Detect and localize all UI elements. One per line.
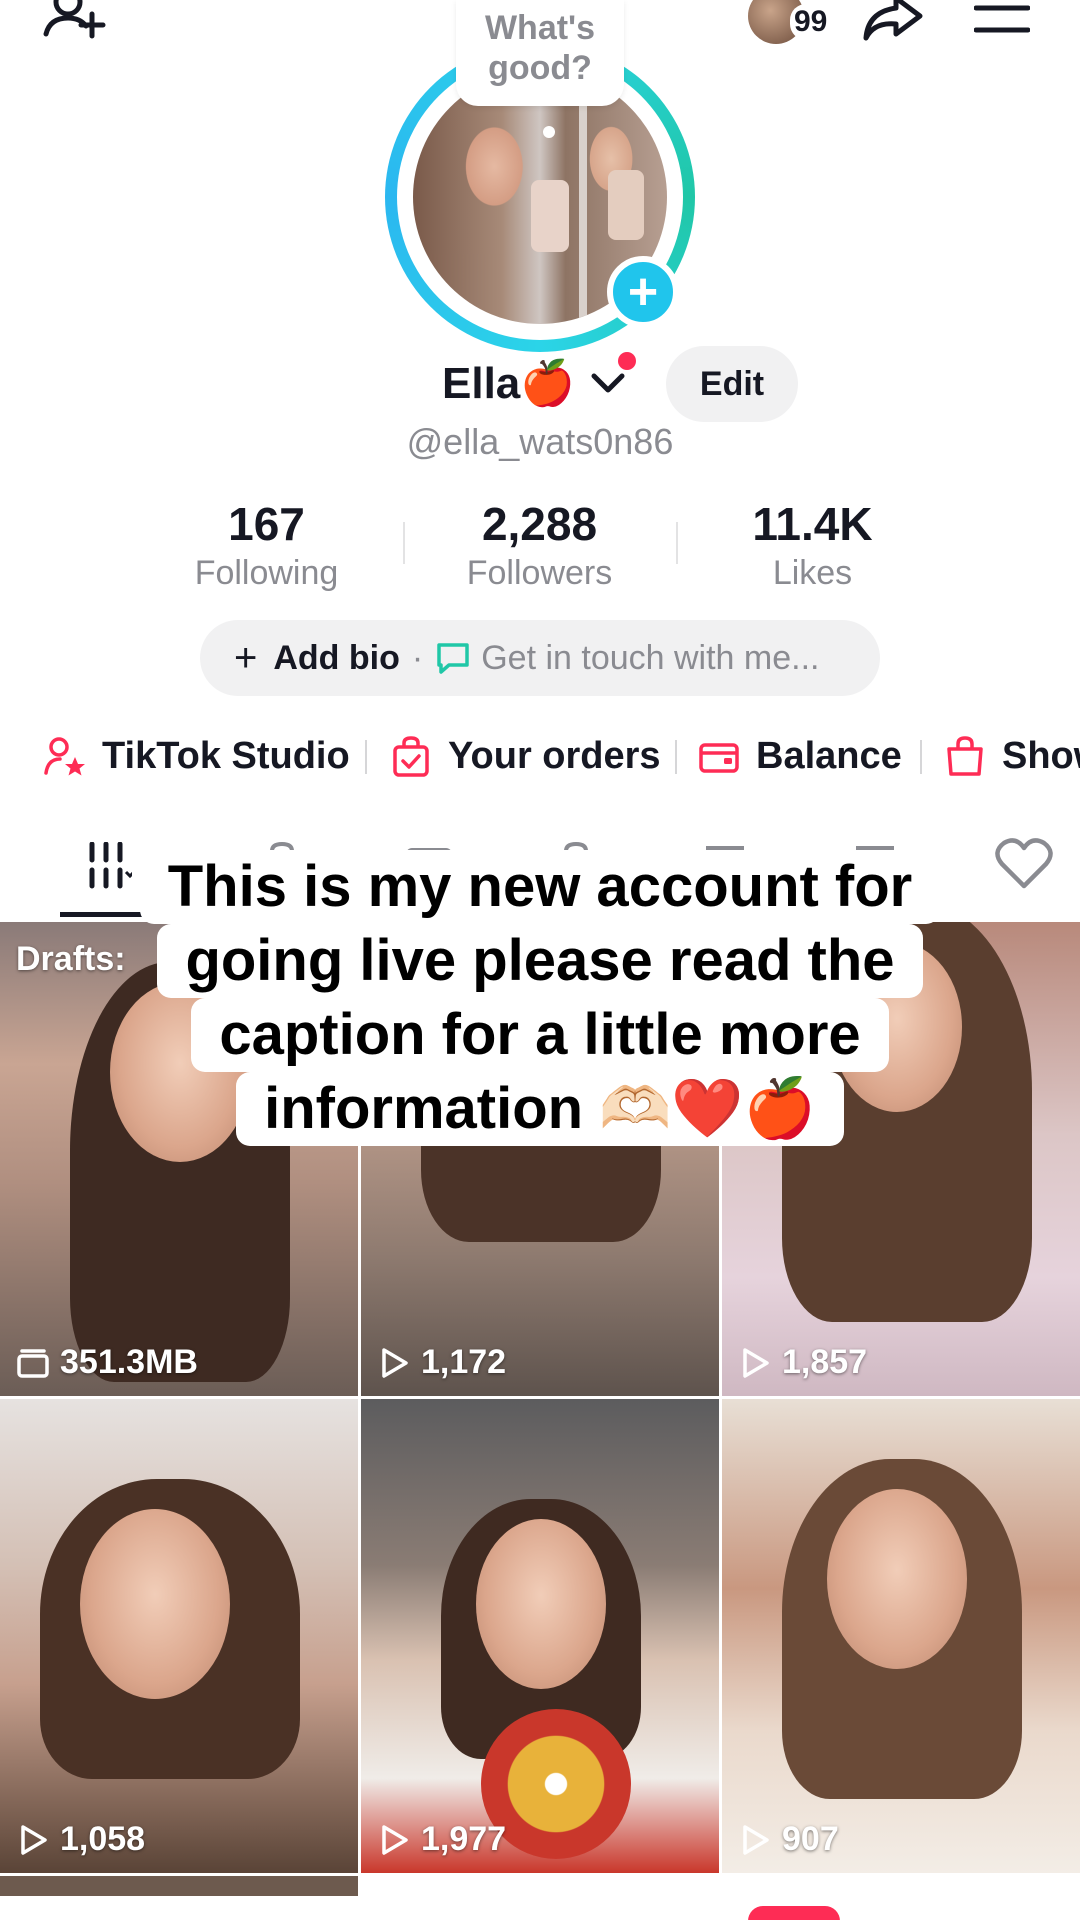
shortcut-tiktok-studio[interactable]: TikTok Studio: [44, 726, 350, 786]
avatar-photo-phone-reflection: [608, 170, 644, 240]
shortcut-divider: [365, 740, 367, 774]
play-icon: [21, 1824, 47, 1855]
tile-stat-value: 351.3MB: [60, 1343, 198, 1381]
video-tile[interactable]: 1,058: [0, 1399, 358, 1873]
video-tile[interactable]: 907: [722, 1399, 1080, 1873]
account-switch-notification-dot: [618, 352, 636, 370]
tile-face: [827, 1489, 967, 1669]
bio-separator: ·: [411, 638, 424, 677]
play-icon: [382, 1824, 408, 1855]
play-icon: [743, 1347, 769, 1378]
stat-value: 2,288: [481, 498, 598, 550]
shortcut-divider: [675, 740, 677, 774]
video-caption-overlay: This is my new account for going live pl…: [0, 850, 1080, 1146]
stat-label: Following: [194, 554, 339, 592]
tile-stat-value: 1,172: [421, 1343, 507, 1381]
tile-stat: 907: [738, 1820, 839, 1859]
display-name-text: Ella: [442, 359, 521, 408]
shortcut-label: Your orders: [448, 734, 661, 777]
tile-stat: 1,058: [16, 1820, 145, 1859]
contact-link[interactable]: Get in touch with me...: [481, 639, 819, 678]
caption-line: This is my new account for: [139, 850, 941, 924]
display-name[interactable]: Ella🍎: [442, 356, 575, 412]
play-icon: [382, 1347, 408, 1378]
notification-pill: [748, 1906, 840, 1920]
video-tile[interactable]: 1,977: [361, 1399, 719, 1873]
shortcut-show[interactable]: Show: [944, 726, 1080, 786]
add-friend-icon[interactable]: [40, 0, 110, 48]
username: @ella_wats0n86: [406, 421, 674, 462]
shortcut-label: Show: [1002, 734, 1080, 777]
add-bio-button[interactable]: Add bio: [273, 639, 400, 678]
stat-likes[interactable]: 11.4K Likes: [676, 496, 949, 596]
share-profile-icon[interactable]: [860, 0, 926, 44]
stat-following[interactable]: 167 Following: [130, 496, 403, 596]
shortcut-balance[interactable]: Balance: [698, 726, 902, 786]
bio-actions-pill: + Add bio · Get in touch with me...: [200, 620, 880, 696]
plus-icon[interactable]: +: [234, 636, 257, 681]
status-speech-bubble[interactable]: What's good?: [456, 0, 624, 106]
caption-line: going live please read the: [157, 924, 923, 998]
shopping-bag-icon: [947, 736, 983, 776]
tile-stat: 1,977: [377, 1820, 506, 1859]
creator-shortcuts-row: TikTok Studio Your orders Balance Show: [0, 726, 1080, 786]
notification-count-badge: 99: [790, 4, 832, 40]
tile-stat-value: 1,977: [421, 1820, 507, 1858]
tile-face: [80, 1509, 230, 1699]
stat-value: 11.4K: [752, 498, 873, 550]
shortcut-your-orders[interactable]: Your orders: [390, 726, 661, 786]
shortcut-divider: [920, 740, 922, 774]
shortcut-label: Balance: [756, 734, 902, 777]
tile-stat: 1,857: [738, 1343, 867, 1382]
tile-stat-value: 1,857: [782, 1343, 868, 1381]
stat-value: 167: [228, 498, 305, 550]
add-story-plus-icon[interactable]: +: [607, 256, 679, 328]
tile-stat: 351.3MB: [16, 1343, 198, 1382]
bag-check-icon: [393, 736, 429, 777]
play-icon: [743, 1824, 769, 1855]
bubble-tail-dot: [543, 126, 555, 138]
shortcut-label: TikTok Studio: [102, 734, 350, 777]
wallet-icon: [699, 743, 739, 773]
stat-label: Likes: [772, 554, 853, 592]
chevron-down-icon[interactable]: [590, 368, 626, 398]
status-bubble-text: What's good?: [484, 9, 596, 87]
drafts-icon: [17, 1348, 49, 1378]
name-row: Ella🍎: [0, 356, 1080, 416]
avatar-photo-mirror-edge: [579, 70, 587, 324]
avatar-photo-phone: [531, 180, 569, 252]
tile-stat: 1,172: [377, 1343, 506, 1382]
profile-stats: 167 Following 2,288 Followers 11.4K Like…: [130, 496, 950, 596]
stat-label: Followers: [466, 554, 613, 592]
apple-emoji: 🍎: [520, 359, 576, 408]
caption-line: caption for a little more: [191, 998, 889, 1072]
next-row-tile-edge: [0, 1876, 358, 1896]
caption-line: information 🫶🏻❤️🍎: [236, 1072, 844, 1146]
tile-stat-value: 1,058: [60, 1820, 146, 1858]
tile-face: [476, 1519, 606, 1689]
chat-bubble-icon: [437, 643, 469, 674]
tile-stat-value: 907: [782, 1820, 839, 1858]
edit-profile-button[interactable]: Edit: [666, 346, 798, 422]
stat-followers[interactable]: 2,288 Followers: [403, 496, 676, 596]
person-star-icon: [44, 737, 85, 776]
menu-icon[interactable]: [974, 4, 1030, 34]
